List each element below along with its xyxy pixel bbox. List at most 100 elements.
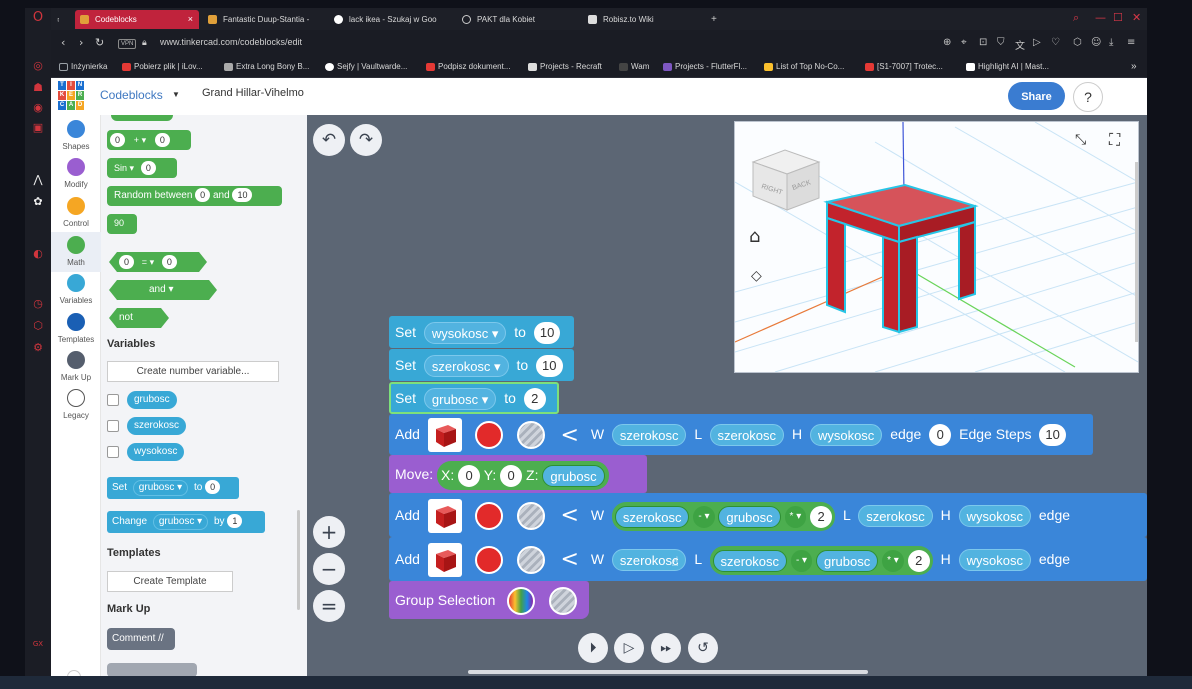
forward-icon[interactable]: ›: [79, 36, 83, 49]
comment-block[interactable]: Comment //: [107, 628, 175, 650]
add-shape-block[interactable]: Add < W szerokosc - ▾ grubosc * ▾ 2 L sz…: [389, 493, 1147, 537]
number-input[interactable]: 2: [810, 506, 833, 529]
math-compare-block[interactable]: 0 = ▾ 0: [109, 252, 207, 272]
send-icon[interactable]: ▷: [1033, 37, 1041, 48]
tab-menu-icon[interactable]: ▭: [51, 10, 59, 29]
palette-scrollbar[interactable]: [297, 510, 300, 610]
heart-icon[interactable]: ♡: [1051, 37, 1060, 48]
bookmark[interactable]: Sejfy | Vaultwarde...: [324, 60, 407, 74]
number-input[interactable]: 10: [533, 322, 561, 345]
operator-dropdown[interactable]: + ▾: [134, 135, 146, 145]
vpn-badge[interactable]: VPN: [118, 39, 137, 49]
math-add-block[interactable]: 0 + ▾ 0: [107, 130, 191, 150]
math-expression[interactable]: szerokosc - ▾ grubosc * ▾ 2: [611, 501, 836, 531]
variable-pill[interactable]: szerokosc: [611, 424, 687, 447]
bookmark[interactable]: Pobierz plik | iLov...: [121, 60, 203, 74]
bookmark[interactable]: Wam: [618, 60, 649, 74]
variable-szerokosc[interactable]: szerokosc: [127, 417, 187, 435]
variable-pill[interactable]: wysokosc: [958, 505, 1031, 528]
redo-icon[interactable]: ↷: [350, 124, 382, 156]
number-input[interactable]: 90: [111, 216, 128, 231]
tab-close-icon[interactable]: ×: [188, 10, 193, 29]
3d-viewport[interactable]: RIGHT BACK ⤡ ⛶ ⌂ ◇: [734, 121, 1139, 373]
gx-icon[interactable]: GX: [31, 638, 45, 650]
operator-dropdown[interactable]: * ▾: [784, 506, 807, 529]
close-window-icon[interactable]: ✕: [1132, 11, 1141, 24]
code-workspace[interactable]: ↶ ↷ Set wysokosc ▾ to 10 Set szerokosc ▾…: [307, 115, 1147, 676]
box-shape-icon[interactable]: [427, 418, 462, 453]
bookmark[interactable]: Podpisz dokument...: [425, 60, 510, 74]
instagram-icon[interactable]: ▣: [31, 122, 45, 134]
zoom-icon[interactable]: ⊕: [943, 37, 951, 48]
number-input[interactable]: 10: [1039, 424, 1066, 447]
operator-dropdown[interactable]: - ▾: [693, 506, 715, 529]
number-input[interactable]: 0: [500, 465, 523, 488]
add-shape-block[interactable]: Add < W szerokosc L szerokosc - ▾ grubos…: [389, 537, 1147, 581]
lock-icon[interactable]: 🔒︎: [142, 38, 147, 48]
tab-codeblocks[interactable]: Codeblocks ×: [75, 10, 199, 29]
number-input[interactable]: 2: [523, 388, 546, 411]
url-field[interactable]: www.tinkercad.com/codeblocks/edit: [160, 37, 302, 47]
math-expression[interactable]: szerokosc - ▾ grubosc * ▾ 2: [709, 545, 933, 575]
zoom-out-button[interactable]: −: [313, 553, 345, 585]
operator-dropdown[interactable]: - ▾: [790, 550, 813, 573]
menu-icon[interactable]: ≡: [1127, 37, 1135, 48]
profile-icon[interactable]: ☺: [1091, 37, 1101, 48]
bookmark[interactable]: Projects - Recraft: [527, 60, 602, 74]
search-tabs-icon[interactable]: ⌕: [1073, 11, 1079, 25]
variable-pill[interactable]: szerokosc: [858, 505, 933, 528]
zoom-reset-button[interactable]: =: [313, 590, 345, 622]
maximize-icon[interactable]: ☐: [1113, 11, 1123, 24]
reload-icon[interactable]: ↻: [95, 36, 104, 49]
viewport-scrollbar[interactable]: [1135, 162, 1138, 342]
logic-and-block[interactable]: and ▾: [109, 280, 217, 300]
chevron-down-icon[interactable]: ▼: [172, 90, 180, 99]
move-block[interactable]: Move: X: 0 Y: 0 Z: grubosc: [389, 455, 647, 493]
tinkercad-logo[interactable]: T I N K E R C A D: [58, 81, 84, 111]
extensions-icon[interactable]: ⬡: [31, 320, 45, 332]
bookmark-folder[interactable]: Inżynierka: [58, 60, 107, 74]
variable-pill[interactable]: grubosc: [718, 506, 781, 529]
change-variable-block[interactable]: Change grubosc ▾ by 1: [107, 511, 265, 533]
category-control[interactable]: Control: [51, 195, 101, 233]
workspace-scrollbar[interactable]: [468, 670, 868, 674]
category-variables[interactable]: Variables: [51, 272, 101, 310]
toggle-view-icon[interactable]: ⤡: [1075, 132, 1086, 148]
player-icon[interactable]: ◐: [31, 248, 45, 260]
more-bookmarks-button[interactable]: »: [1131, 60, 1137, 74]
opera-logo-icon[interactable]: O: [31, 11, 45, 24]
chatgpt-icon[interactable]: ✿: [31, 196, 45, 208]
category-templates[interactable]: Templates: [51, 311, 101, 349]
fast-forward-icon[interactable]: ⏩︎: [651, 633, 681, 663]
variable-pill[interactable]: szerokosc: [712, 550, 788, 573]
category-shapes[interactable]: Shapes: [51, 118, 101, 156]
design-title[interactable]: Grand Hillar-Vihelmo: [202, 87, 304, 99]
number-input[interactable]: 2: [907, 550, 930, 573]
math-random-block[interactable]: Random between 0 and 10: [107, 186, 282, 206]
screenshot-icon[interactable]: ⊡: [979, 37, 987, 48]
add-shape-block[interactable]: Add < W szerokosc L szerokosc H wysokosc…: [389, 414, 1093, 455]
number-input[interactable]: 0: [458, 465, 481, 488]
box-shape-icon[interactable]: [427, 499, 462, 534]
help-button[interactable]: ?: [1073, 82, 1103, 112]
bookmark[interactable]: Projects - FlutterFl...: [662, 60, 747, 74]
variable-pill[interactable]: szerokosc: [614, 506, 690, 529]
aria-icon[interactable]: ◎: [31, 60, 45, 72]
partial-block[interactable]: [107, 663, 197, 676]
partial-block[interactable]: [111, 115, 173, 121]
color-swatch[interactable]: [474, 546, 503, 575]
variable-pill[interactable]: wysokosc: [958, 549, 1031, 572]
number-input[interactable]: 0: [140, 161, 156, 176]
fit-view-icon[interactable]: ◇: [751, 268, 762, 284]
set-variable-block[interactable]: Set grubosc ▾ to 0: [107, 477, 239, 499]
category-modify[interactable]: Modify: [51, 156, 101, 194]
multicolor-swatch[interactable]: [507, 587, 536, 616]
variable-grubosc[interactable]: grubosc: [127, 391, 177, 409]
chevron-left-icon[interactable]: <: [560, 538, 578, 582]
number-input[interactable]: 10: [536, 355, 563, 378]
operator-dropdown[interactable]: * ▾: [882, 550, 904, 573]
translate-icon[interactable]: 文: [1015, 37, 1025, 52]
settings-icon[interactable]: ⚙: [31, 342, 45, 354]
function-dropdown[interactable]: Sin ▾: [114, 163, 134, 173]
step-icon[interactable]: ⏵: [578, 633, 608, 663]
